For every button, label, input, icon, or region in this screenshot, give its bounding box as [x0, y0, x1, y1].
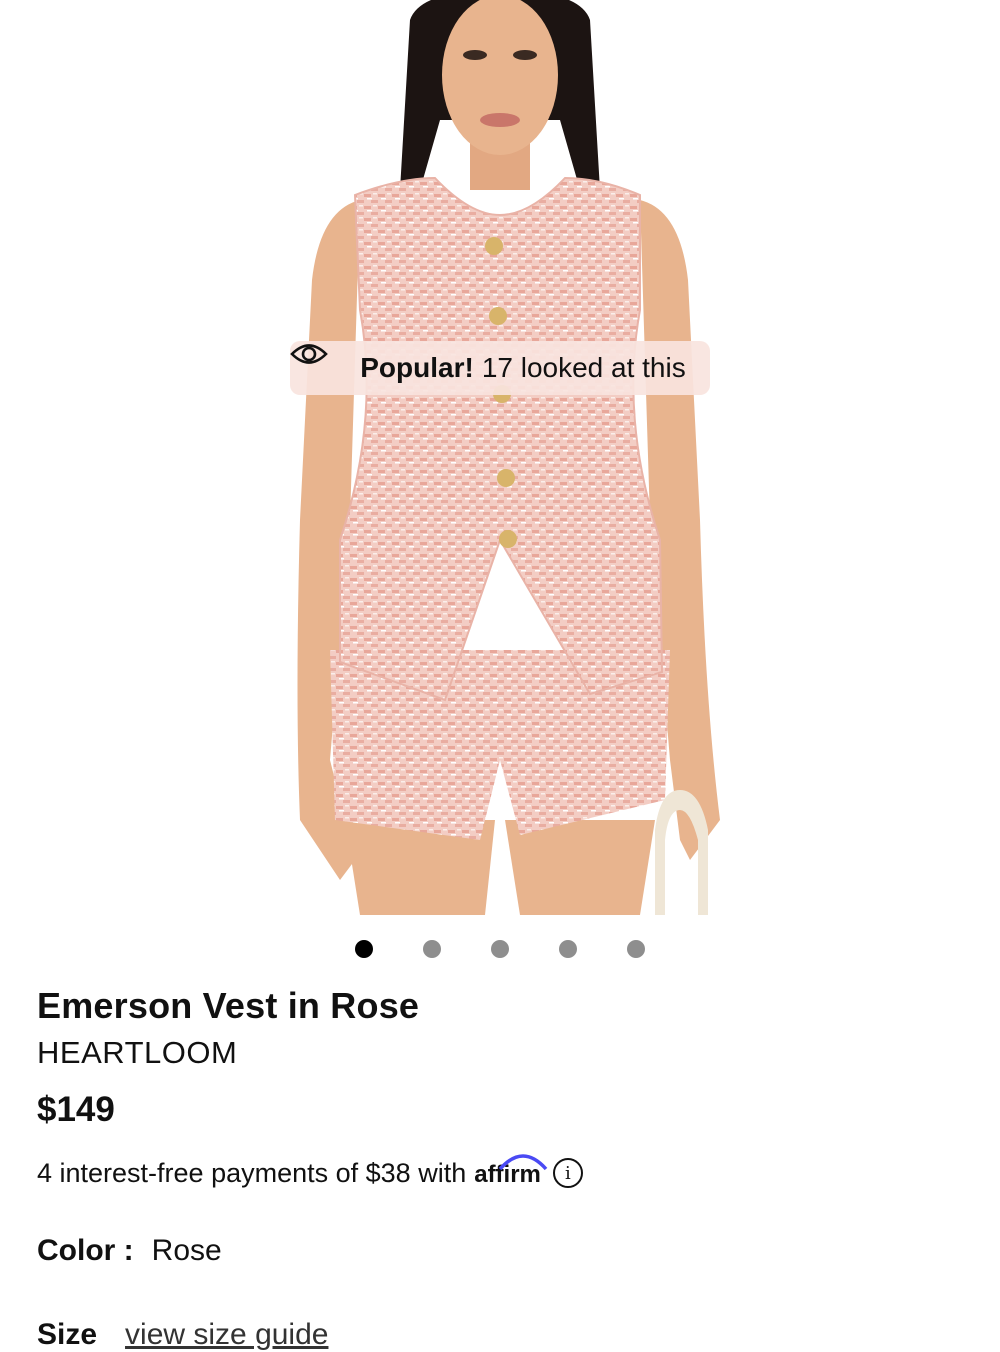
carousel-dot-4[interactable]	[559, 940, 577, 958]
size-guide-link[interactable]: view size guide	[125, 1318, 328, 1352]
carousel-dot-1[interactable]	[355, 940, 373, 958]
carousel-dots	[0, 938, 1000, 960]
affirm-logo: affirm	[474, 1154, 548, 1189]
carousel-dot-3[interactable]	[491, 940, 509, 958]
carousel-dot-2[interactable]	[423, 940, 441, 958]
color-value: Rose	[151, 1234, 222, 1267]
brand-link[interactable]: HEARTLOOM	[37, 1035, 237, 1071]
info-icon[interactable]: i	[552, 1158, 583, 1188]
popular-label: Popular!	[360, 352, 474, 383]
affirm-arc-icon	[498, 1154, 548, 1171]
popularity-badge: Popular! 17 looked at this	[290, 341, 710, 395]
product-price: $149	[37, 1090, 115, 1129]
carousel-dot-5[interactable]	[627, 940, 645, 958]
size-label: Size	[37, 1318, 98, 1351]
model-illustration	[297, 0, 720, 915]
installment-info: 4 interest-free payments of $38 with aff…	[37, 1154, 583, 1189]
color-label: Color :	[37, 1234, 134, 1267]
popular-count-text: 17 looked at this	[481, 352, 686, 383]
installment-text: 4 interest-free payments of $38 with	[37, 1157, 467, 1188]
color-selector: Color : Rose	[37, 1234, 222, 1268]
eye-icon	[290, 344, 352, 381]
product-title: Emerson Vest in Rose	[37, 985, 420, 1026]
size-selector: Size view size guide	[37, 1318, 328, 1352]
product-image[interactable]: Popular! 17 looked at this	[0, 0, 1000, 915]
